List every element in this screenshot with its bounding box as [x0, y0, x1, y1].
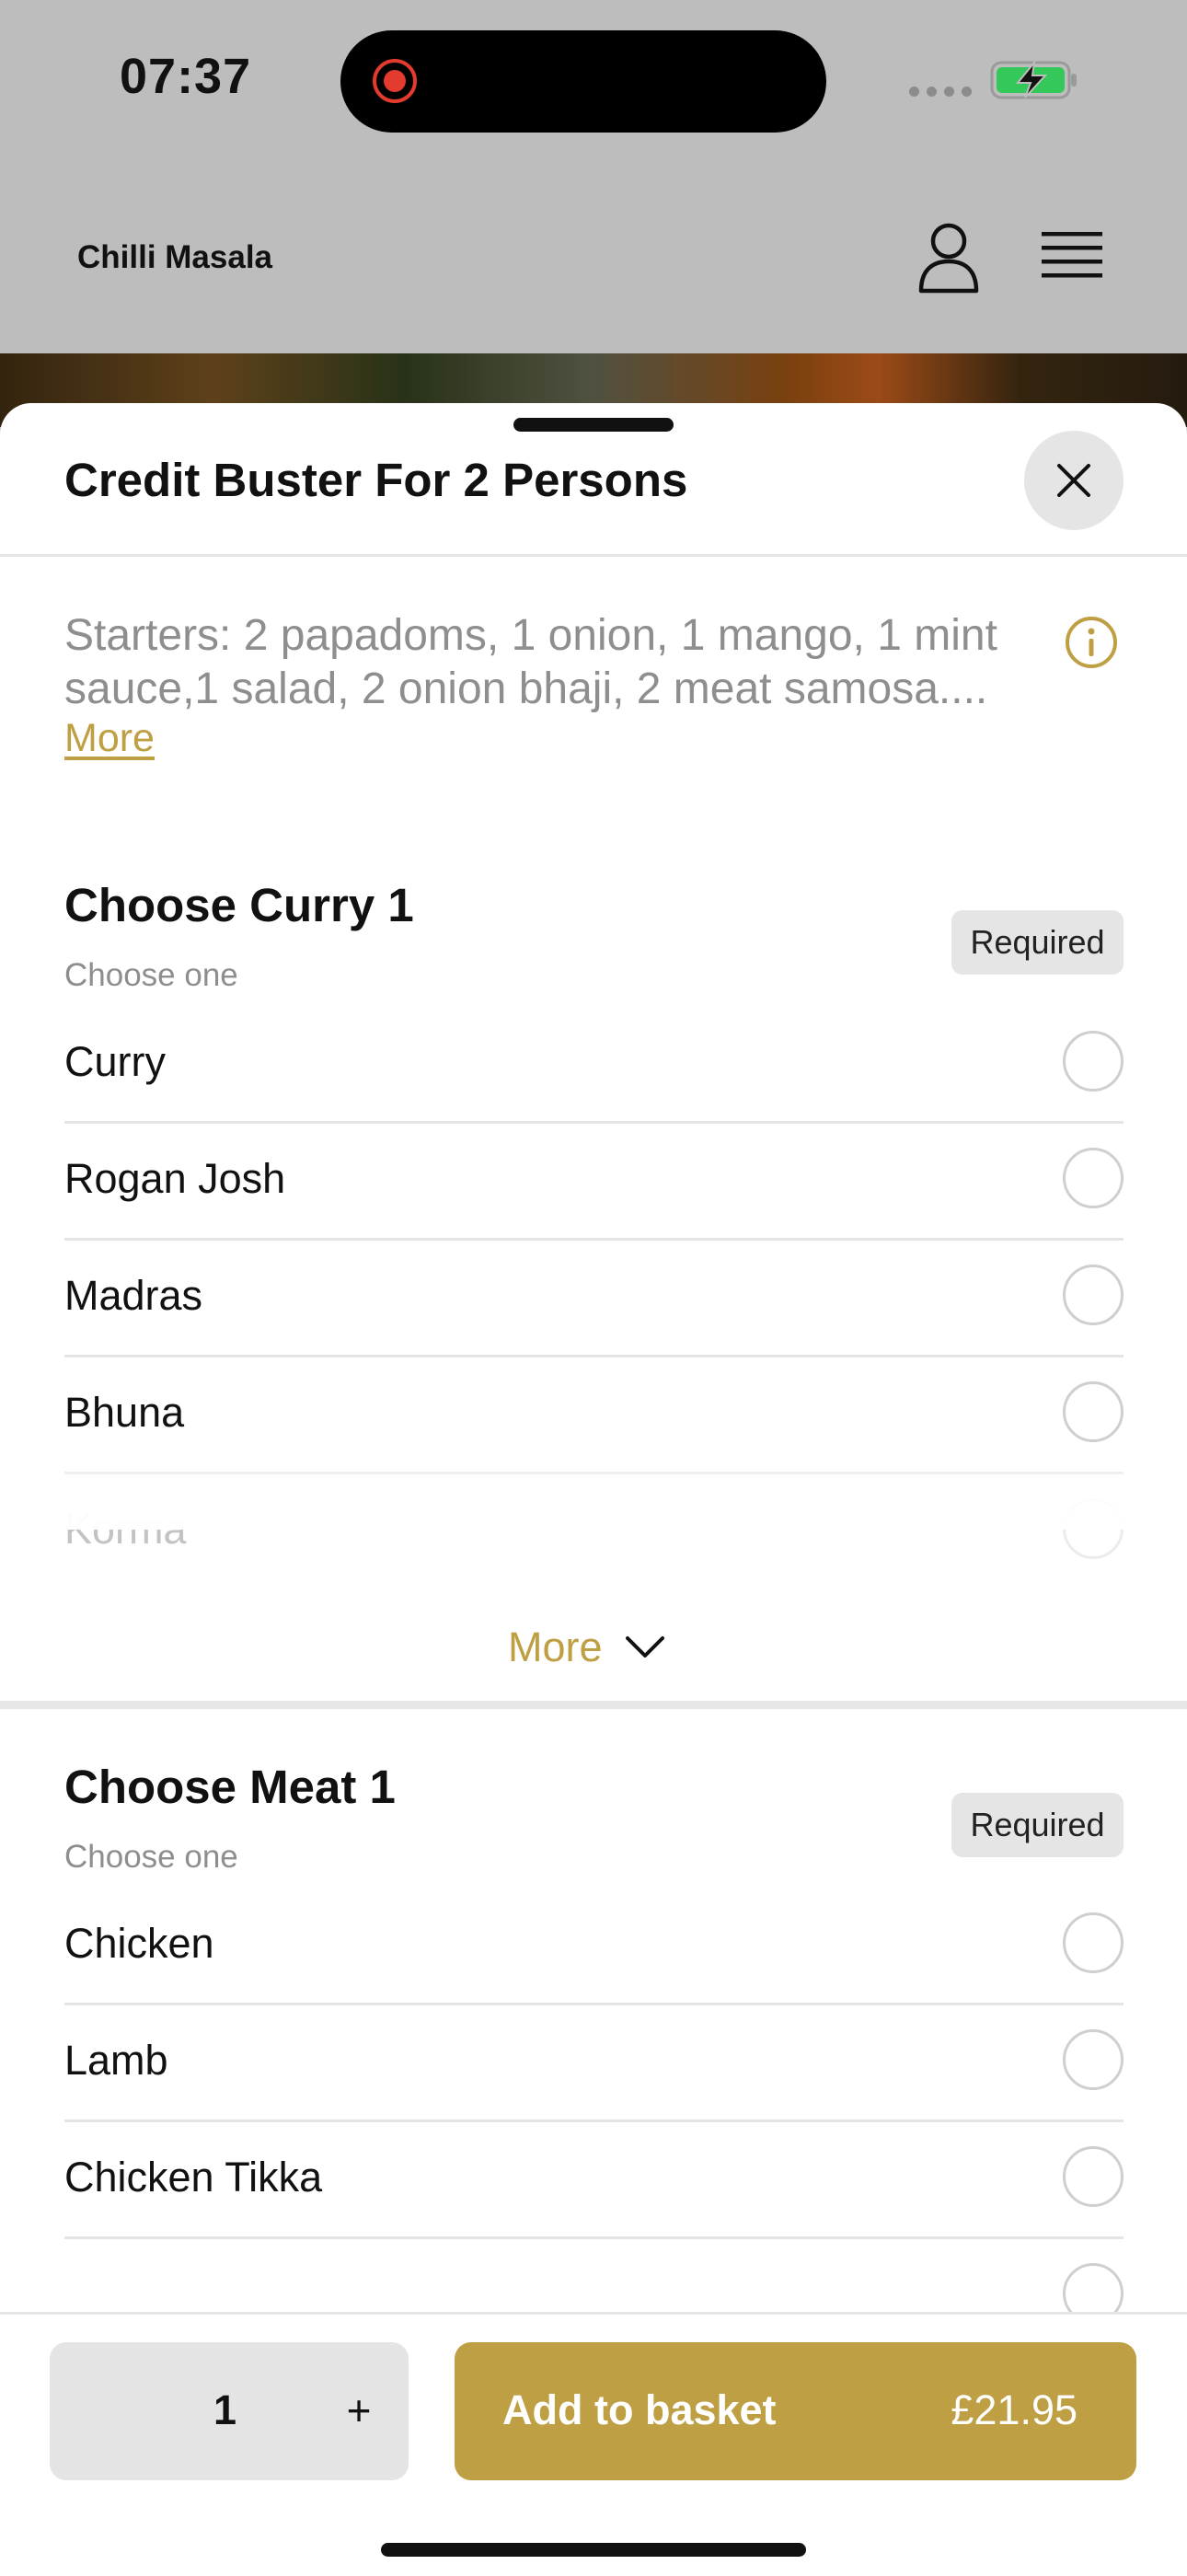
radio-button[interactable]	[1063, 1031, 1124, 1092]
description-more-link[interactable]: More	[64, 716, 155, 761]
option-row[interactable]: Chicken Tikka	[64, 2120, 1124, 2239]
info-icon[interactable]	[1064, 615, 1119, 670]
app-header: Chilli Masala	[0, 166, 1187, 353]
option-label: Bhuna	[64, 1389, 185, 1436]
section-title-curry: Choose Curry 1	[64, 879, 414, 931]
quantity-value: 1	[213, 2386, 237, 2433]
radio-button[interactable]	[1063, 1381, 1124, 1442]
option-label: Curry	[64, 1038, 166, 1085]
signal-icon	[909, 87, 972, 97]
close-icon	[1057, 464, 1090, 497]
add-to-basket-button[interactable]: Add to basket £21.95	[455, 2342, 1136, 2480]
required-badge: Required	[951, 1793, 1124, 1857]
option-row[interactable]: Rogan Josh	[64, 1122, 1124, 1241]
restaurant-name[interactable]: Chilli Masala	[77, 239, 272, 276]
radio-button[interactable]	[1063, 1148, 1124, 1208]
show-more-label: More	[508, 1623, 603, 1670]
status-time: 07:37	[120, 49, 252, 104]
list-fade	[0, 1450, 1187, 1530]
divider	[0, 554, 1187, 557]
section-subtitle-meat: Choose one	[64, 1839, 238, 1875]
radio-button[interactable]	[1063, 2146, 1124, 2207]
option-row[interactable]: Curry	[64, 1005, 1124, 1124]
option-label: Madras	[64, 1272, 203, 1319]
add-to-basket-label: Add to basket	[502, 2386, 777, 2433]
item-price: £21.95	[951, 2386, 1078, 2433]
radio-button[interactable]	[1063, 1912, 1124, 1973]
required-badge: Required	[951, 910, 1124, 975]
item-options-sheet: Credit Buster For 2 Persons Starters: 2 …	[0, 403, 1187, 2573]
option-label: Rogan Josh	[64, 1155, 286, 1202]
option-label: Chicken Tikka	[64, 2154, 323, 2201]
option-row[interactable]: Madras	[64, 1239, 1124, 1357]
bottom-action-bar: 1 + Add to basket £21.95	[0, 2312, 1187, 2576]
option-row[interactable]: Lamb	[64, 2004, 1124, 2122]
section-title-meat: Choose Meat 1	[64, 1761, 396, 1813]
radio-button[interactable]	[1063, 1265, 1124, 1325]
item-description: Starters: 2 papadoms, 1 onion, 1 mango, …	[64, 611, 997, 713]
recording-icon	[373, 59, 417, 103]
dynamic-island	[340, 30, 826, 133]
option-row[interactable]: Chicken	[64, 1887, 1124, 2005]
option-label: Lamb	[64, 2037, 168, 2084]
chevron-down-icon	[625, 1636, 664, 1658]
option-label: Chicken	[64, 1920, 214, 1967]
hamburger-menu-icon[interactable]	[1042, 230, 1102, 283]
close-button[interactable]	[1024, 431, 1124, 530]
status-bar: 07:37	[0, 0, 1187, 166]
section-separator	[0, 1701, 1187, 1709]
increment-button[interactable]: +	[326, 2377, 392, 2443]
person-icon[interactable]	[916, 221, 982, 295]
item-title: Credit Buster For 2 Persons	[64, 454, 688, 506]
quantity-stepper[interactable]: 1 +	[50, 2342, 409, 2480]
show-more-button[interactable]: More	[508, 1620, 665, 1675]
battery-charging-icon	[990, 59, 1077, 99]
home-indicator[interactable]	[381, 2543, 806, 2557]
sheet-grabber[interactable]	[513, 418, 674, 432]
section-subtitle-curry: Choose one	[64, 957, 238, 993]
radio-button[interactable]	[1063, 2029, 1124, 2090]
